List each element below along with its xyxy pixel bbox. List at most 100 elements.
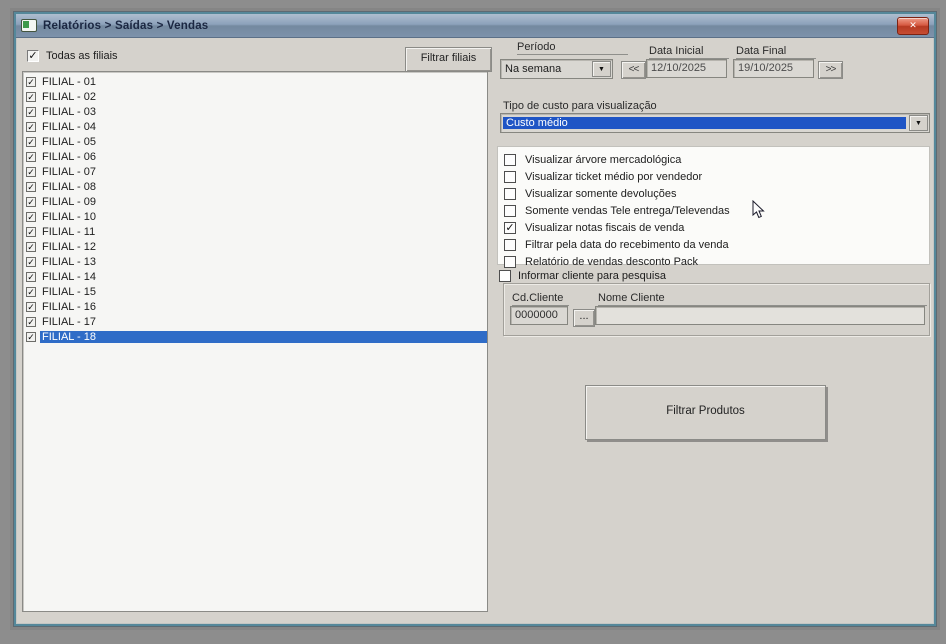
chevron-down-icon[interactable]: ▼ [592, 61, 611, 77]
branch-row[interactable]: ✓ FILIAL - 09 [23, 194, 487, 209]
item-label: Visualizar notas fiscais de venda [525, 221, 685, 234]
item-label: FILIAL - 05 [42, 135, 97, 148]
chevron-down-icon[interactable]: ▼ [909, 115, 928, 131]
close-button[interactable]: ✕ [897, 16, 929, 35]
branch-row[interactable]: ✓ FILIAL - 10 [23, 209, 487, 224]
item-label: Visualizar árvore mercadológica [525, 153, 682, 166]
filter-branches-button[interactable]: Filtrar filiais [405, 47, 492, 72]
client-search-checkbox[interactable] [499, 270, 511, 282]
client-search-groupbox: Cd.Cliente 0000000 ... Nome Cliente [503, 283, 930, 336]
item-label: FILIAL - 17 [42, 315, 97, 328]
checkbox-icon[interactable]: ✓ [26, 166, 36, 177]
checkbox-icon[interactable] [504, 170, 516, 183]
checkbox-icon[interactable]: ✓ [26, 241, 36, 252]
app-icon [21, 19, 37, 32]
checkbox-icon[interactable]: ✓ [26, 196, 36, 207]
item-label: FILIAL - 03 [42, 105, 97, 118]
checkbox-icon[interactable] [504, 255, 516, 268]
branch-row[interactable]: ✓ FILIAL - 05 [23, 134, 487, 149]
checkbox-icon[interactable]: ✓ [26, 301, 36, 312]
item-label: FILIAL - 16 [42, 300, 97, 313]
item-label: FILIAL - 15 [42, 285, 97, 298]
item-label: Visualizar ticket médio por vendedor [525, 170, 703, 183]
checkbox-icon[interactable]: ✓ [26, 226, 36, 237]
option-row[interactable]: Filtrar pela data do recebimento da vend… [498, 236, 929, 253]
client-code-field[interactable]: 0000000 [510, 306, 568, 325]
checkbox-icon[interactable]: ✓ [26, 181, 36, 192]
client-name-label: Nome Cliente [598, 292, 927, 306]
checkbox-icon[interactable]: ✓ [504, 221, 516, 234]
item-label: Filtrar pela data do recebimento da vend… [525, 238, 729, 251]
item-label: FILIAL - 10 [42, 210, 97, 223]
branch-row[interactable]: ✓ FILIAL - 14 [23, 269, 487, 284]
cost-type-combobox[interactable]: Custo médio ▼ [500, 113, 930, 133]
branch-row[interactable]: ✓ FILIAL - 02 [23, 89, 487, 104]
branch-row[interactable]: ✓ FILIAL - 08 [23, 179, 487, 194]
item-label: Somente vendas Tele entrega/Televendas [525, 204, 730, 217]
client-name-field[interactable] [595, 306, 925, 325]
item-label: FILIAL - 09 [42, 195, 97, 208]
option-row[interactable]: Somente vendas Tele entrega/Televendas [498, 202, 929, 219]
checkbox-icon[interactable] [504, 204, 516, 217]
branch-row[interactable]: ✓ FILIAL - 06 [23, 149, 487, 164]
item-label: Visualizar somente devoluções [525, 187, 677, 200]
checkbox-icon[interactable] [504, 187, 516, 200]
client-lookup-button[interactable]: ... [573, 309, 595, 327]
checkbox-icon[interactable]: ✓ [26, 76, 36, 87]
option-row[interactable]: Visualizar ticket médio por vendedor [498, 168, 929, 185]
item-label: FILIAL - 18 [40, 330, 487, 343]
branch-row[interactable]: ✓ FILIAL - 12 [23, 239, 487, 254]
start-date-field[interactable]: 12/10/2025 [646, 59, 727, 78]
checkbox-icon[interactable]: ✓ [26, 91, 36, 102]
branch-row[interactable]: ✓ FILIAL - 15 [23, 284, 487, 299]
branch-row[interactable]: ✓ FILIAL - 01 [23, 74, 487, 89]
branch-row[interactable]: ✓ FILIAL - 03 [23, 104, 487, 119]
checkbox-icon[interactable]: ✓ [26, 256, 36, 267]
checkbox-icon[interactable]: ✓ [26, 106, 36, 117]
client-search-toggle-row: Informar cliente para pesquisa [499, 270, 666, 282]
option-row[interactable]: Relatório de vendas desconto Pack [498, 253, 929, 270]
checkbox-icon[interactable]: ✓ [26, 151, 36, 162]
end-date-field[interactable]: 19/10/2025 [733, 59, 814, 78]
checkbox-icon[interactable]: ✓ [26, 286, 36, 297]
branch-row[interactable]: ✓ FILIAL - 16 [23, 299, 487, 314]
option-row[interactable]: Visualizar árvore mercadológica [498, 151, 929, 168]
item-label: FILIAL - 13 [42, 255, 97, 268]
options-panel: Visualizar árvore mercadológica Visualiza… [497, 146, 930, 268]
period-combobox[interactable]: Na semana ▼ [500, 59, 613, 79]
checkbox-icon[interactable] [504, 153, 516, 166]
branch-row[interactable]: ✓ FILIAL - 17 [23, 314, 487, 329]
checkbox-icon[interactable]: ✓ [26, 136, 36, 147]
filter-products-button[interactable]: Filtrar Produtos [585, 385, 826, 440]
item-label: FILIAL - 07 [42, 165, 97, 178]
checkbox-icon[interactable]: ✓ [26, 121, 36, 132]
item-label: Relatório de vendas desconto Pack [525, 255, 699, 268]
all-branches-checkbox[interactable]: ✓ [27, 50, 39, 62]
branch-row[interactable]: ✓ FILIAL - 18 [23, 329, 487, 344]
checkbox-icon[interactable]: ✓ [26, 271, 36, 282]
title-bar[interactable]: Relatórios > Saídas > Vendas ✕ [16, 14, 934, 38]
next-period-button[interactable]: >> [818, 61, 843, 79]
desktop: { "icons": { "check": "✓", "dropdown_arr… [0, 0, 946, 644]
period-label: Período [517, 41, 628, 55]
previous-period-button[interactable]: << [621, 61, 646, 79]
report-window: Relatórios > Saídas > Vendas ✕ ✓ Todas a… [13, 11, 937, 627]
item-label: FILIAL - 02 [42, 90, 97, 103]
end-date-label: Data Final [736, 45, 816, 59]
cost-type-label: Tipo de custo para visualização [503, 100, 657, 112]
branch-list[interactable]: ✓ FILIAL - 01 ✓ FILIAL - 02 ✓ FILIAL - 03 ✓ FIL… [22, 71, 488, 612]
checkbox-icon[interactable]: ✓ [26, 211, 36, 222]
branch-row[interactable]: ✓ FILIAL - 13 [23, 254, 487, 269]
option-row[interactable]: ✓ Visualizar notas fiscais de venda [498, 219, 929, 236]
checkbox-icon[interactable] [504, 238, 516, 251]
item-label: FILIAL - 04 [42, 120, 97, 133]
checkbox-icon[interactable]: ✓ [26, 331, 36, 342]
start-date-label: Data Inicial [649, 45, 729, 59]
checkbox-icon[interactable]: ✓ [26, 316, 36, 327]
client-code-label: Cd.Cliente [512, 292, 569, 306]
branch-row[interactable]: ✓ FILIAL - 07 [23, 164, 487, 179]
option-row[interactable]: Visualizar somente devoluções [498, 185, 929, 202]
branch-row[interactable]: ✓ FILIAL - 04 [23, 119, 487, 134]
window-title: Relatórios > Saídas > Vendas [43, 19, 209, 32]
branch-row[interactable]: ✓ FILIAL - 11 [23, 224, 487, 239]
